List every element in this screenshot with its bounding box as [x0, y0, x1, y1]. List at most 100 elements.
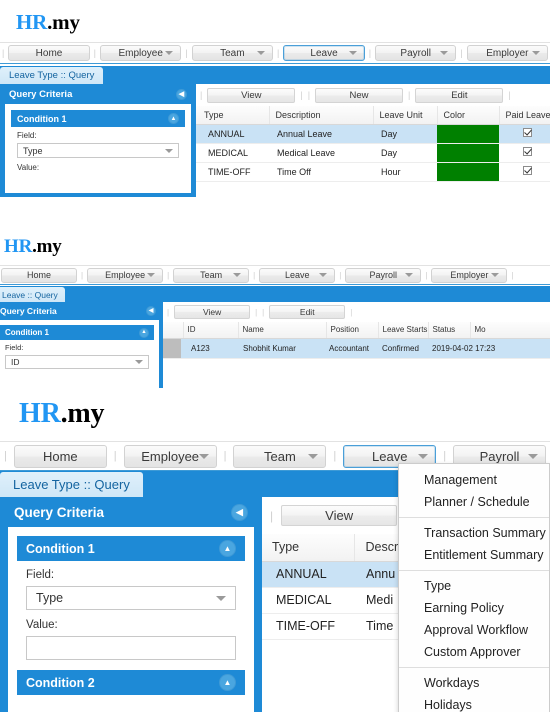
color-swatch	[437, 143, 499, 161]
table-row[interactable]: ANNUAL Annual Leave Day	[196, 124, 550, 144]
table-row[interactable]: MEDICAL Medical Leave Day	[196, 143, 550, 163]
column-header-leave-starts[interactable]: Leave Starts	[378, 322, 429, 339]
condition-1-header[interactable]: Condition 1 ▲	[11, 110, 185, 127]
nav-item-team[interactable]: Team	[191, 45, 274, 61]
nav-item-label: Employee	[105, 270, 146, 280]
menu-item-type[interactable]: Type	[399, 575, 549, 597]
view-button[interactable]: View	[207, 87, 296, 103]
tab-leave-type-query[interactable]: Leave Type :: Query	[0, 67, 104, 84]
chevron-up-icon[interactable]: ▲	[139, 327, 149, 338]
cell-leave-starts: Confirmed	[378, 338, 428, 359]
button-label: Edit	[451, 89, 468, 101]
chevron-left-icon[interactable]: ◀	[146, 306, 156, 316]
field-select[interactable]: ID	[5, 355, 149, 369]
value-label: Value:	[17, 163, 40, 172]
chevron-down-icon	[165, 51, 174, 55]
column-header-type[interactable]: Type	[196, 106, 270, 125]
condition-1-header[interactable]: Condition 1 ▲	[0, 325, 154, 340]
nav-item-label: Payroll	[479, 448, 520, 464]
condition-2-header[interactable]: Condition 2 ▲	[17, 670, 245, 695]
menu-item-label: Type	[424, 579, 452, 593]
tab-leave-type-query[interactable]: Leave Type :: Query	[0, 472, 143, 497]
menu-item-workdays[interactable]: Workdays	[399, 672, 549, 694]
nav-item-team[interactable]: Team	[173, 267, 250, 283]
new-button[interactable]: New	[315, 87, 404, 103]
column-header-name[interactable]: Name	[238, 322, 327, 339]
menu-item-holidays[interactable]: Holidays	[399, 694, 549, 712]
nav-item-employer[interactable]: Employer	[466, 45, 549, 61]
nav-item-employer[interactable]: Employer	[431, 267, 508, 283]
nav-item-home[interactable]: Home	[1, 267, 77, 283]
nav-item-team[interactable]: Team	[233, 444, 327, 468]
button-label: View	[325, 508, 354, 523]
nav-item-leave[interactable]: Leave	[283, 45, 365, 61]
tab-leave-query[interactable]: Leave :: Query	[0, 287, 65, 302]
nav-item-label: Employer	[450, 270, 489, 280]
view-button[interactable]: View	[281, 505, 398, 526]
nav-separator: |	[425, 270, 428, 280]
column-header-paid-leave[interactable]: Paid Leave	[499, 106, 550, 125]
chevron-down-icon	[319, 273, 328, 277]
query-criteria-panel-bottom: Query Criteria ◀ Condition 1 ▲ Field: Ty…	[0, 497, 262, 712]
value-input[interactable]	[26, 636, 236, 660]
edit-button[interactable]: Edit	[269, 305, 346, 319]
field-select-value: Type	[36, 591, 64, 605]
table-row[interactable]: TIME-OFF Time Off Hour	[196, 162, 550, 182]
menu-item-custom-approver[interactable]: Custom Approver	[399, 641, 549, 663]
toolbar-separator: |	[508, 90, 511, 100]
condition-1-header[interactable]: Condition 1 ▲	[17, 536, 245, 561]
paid-leave-checkbox[interactable]	[523, 147, 532, 156]
nav-separator: |	[113, 450, 117, 462]
menu-item-earning-policy[interactable]: Earning Policy	[399, 597, 549, 619]
chevron-up-icon[interactable]: ▲	[219, 540, 236, 557]
cell-color	[437, 124, 499, 144]
nav-item-leave[interactable]: Leave	[259, 267, 336, 283]
nav-item-employee[interactable]: Employee	[123, 444, 217, 468]
field-select[interactable]: Type	[26, 586, 236, 610]
column-header-type[interactable]: Type	[262, 534, 355, 562]
cell-type: MEDICAL	[262, 587, 354, 614]
nav-item-employee[interactable]: Employee	[87, 267, 164, 283]
nav-separator: |	[185, 48, 188, 58]
menu-item-entitlement-summary[interactable]: Entitlement Summary	[399, 544, 549, 566]
condition-title: Condition 1	[26, 541, 95, 556]
nav-item-employee[interactable]: Employee	[100, 45, 182, 61]
column-header-status[interactable]: Status	[428, 322, 471, 339]
menu-divider	[399, 570, 549, 571]
menu-item-approval-workflow[interactable]: Approval Workflow	[399, 619, 549, 641]
menu-item-transaction-summary[interactable]: Transaction Summary	[399, 522, 549, 544]
cell-name: Shobhit Kumar	[238, 338, 326, 359]
nav-item-payroll[interactable]: Payroll	[375, 45, 457, 61]
chevron-up-icon[interactable]: ▲	[168, 113, 179, 124]
menu-item-management[interactable]: Management	[399, 469, 549, 491]
chevron-left-icon[interactable]: ◀	[231, 503, 248, 521]
menu-item-label: Transaction Summary	[424, 526, 546, 540]
menu-item-planner-schedule[interactable]: Planner / Schedule	[399, 491, 549, 513]
field-select[interactable]: Type	[17, 143, 179, 158]
cell-description: Time Off	[269, 162, 373, 182]
table-row[interactable]: A123 Shobhit Kumar Accountant Confirmed …	[163, 338, 550, 359]
cell-description: Medical Leave	[269, 143, 373, 163]
column-header-leave-unit[interactable]: Leave Unit	[373, 106, 438, 125]
panel-content: Condition 1 ▲ Field: ID	[0, 320, 159, 388]
column-header-id[interactable]: ID	[183, 322, 239, 339]
nav-item-home[interactable]: Home	[8, 45, 90, 61]
nav-item-payroll[interactable]: Payroll	[345, 267, 422, 283]
menu-item-label: Management	[424, 473, 497, 487]
chevron-down-icon	[348, 51, 357, 55]
chevron-left-icon[interactable]: ◀	[176, 88, 187, 100]
cell-type: TIME-OFF	[262, 613, 354, 640]
column-header-position[interactable]: Position	[326, 322, 379, 339]
column-header-modified[interactable]: Mo	[470, 322, 550, 339]
view-button[interactable]: View	[174, 305, 251, 319]
column-header-color[interactable]: Color	[437, 106, 500, 125]
chevron-up-icon[interactable]: ▲	[219, 674, 236, 691]
nav-item-home[interactable]: Home	[13, 444, 107, 468]
paid-leave-checkbox[interactable]	[523, 166, 532, 175]
chevron-down-icon	[418, 453, 429, 459]
edit-button[interactable]: Edit	[415, 87, 504, 103]
column-header-description[interactable]: Description	[269, 106, 374, 125]
paid-leave-checkbox[interactable]	[523, 128, 532, 137]
value-label: Value:	[26, 619, 58, 631]
menu-divider	[399, 667, 549, 668]
